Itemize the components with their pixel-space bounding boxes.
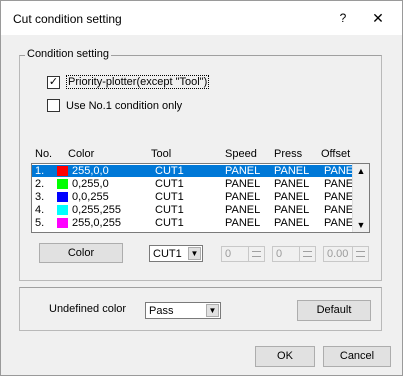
undefined-color-value: Pass (149, 305, 174, 317)
list-item[interactable]: 4. 0,255,255 CUT1 PANEL PANEL PANEL (32, 204, 359, 216)
press-spinner[interactable]: 0 (272, 246, 316, 262)
condition-setting-label: Condition setting (25, 48, 111, 60)
default-button[interactable]: Default (297, 300, 371, 321)
color-swatch (57, 166, 68, 176)
row-tool: CUT1 (155, 178, 184, 190)
row-tool: CUT1 (155, 217, 184, 229)
color-button[interactable]: Color (39, 243, 123, 263)
priority-plotter-option[interactable]: ✓ Priority-plotter(except "Tool") (47, 75, 210, 89)
undefined-color-select[interactable]: Pass ▼ (145, 302, 221, 319)
color-swatch (57, 218, 68, 228)
press-spinner-value: 0 (276, 248, 283, 260)
priority-plotter-label: Priority-plotter(except "Tool") (66, 75, 210, 89)
list-item[interactable]: 2. 0,255,0 CUT1 PANEL PANEL PANEL (32, 178, 359, 190)
condition-list[interactable]: 1. 255,0,0 CUT1 PANEL PANEL PANEL 2. 0,2… (31, 163, 370, 233)
offset-spinner[interactable]: 0.00 (323, 246, 369, 262)
use-no1-label: Use No.1 condition only (66, 99, 183, 112)
header-color: Color (68, 148, 95, 160)
window-title: Cut condition setting (13, 12, 122, 26)
row-tool: CUT1 (155, 165, 184, 177)
header-speed: Speed (225, 148, 257, 160)
row-number: 5. (35, 217, 45, 229)
undefined-color-label: Undefined color (49, 303, 127, 315)
list-item[interactable]: 5. 255,0,255 CUT1 PANEL PANEL PANEL (32, 217, 359, 229)
chevron-down-icon[interactable]: ▼ (188, 247, 201, 260)
row-color: 0,0,255 (72, 191, 109, 203)
row-number: 4. (35, 204, 45, 216)
row-color: 0,255,0 (72, 178, 109, 190)
row-speed: PANEL (225, 217, 261, 229)
speed-spinner[interactable]: 0 (221, 246, 265, 262)
cancel-button[interactable]: Cancel (323, 346, 391, 367)
speed-spinner-value: 0 (225, 248, 232, 260)
color-swatch (57, 192, 68, 202)
row-speed: PANEL (225, 204, 261, 216)
spin-arrows-icon[interactable] (248, 247, 264, 261)
row-speed: PANEL (225, 178, 261, 190)
spin-arrows-icon[interactable] (352, 247, 368, 261)
row-color: 0,255,255 (72, 204, 121, 216)
row-color: 255,0,0 (72, 165, 109, 177)
header-offset: Offset (321, 148, 351, 160)
tool-select-value: CUT1 (153, 248, 182, 260)
row-number: 2. (35, 178, 45, 190)
header-press: Press (274, 148, 303, 160)
row-speed: PANEL (225, 165, 261, 177)
offset-spinner-value: 0.00 (327, 248, 349, 260)
row-press: PANEL (274, 178, 310, 190)
list-item[interactable]: 3. 0,0,255 CUT1 PANEL PANEL PANEL (32, 191, 359, 203)
header-tool: Tool (151, 148, 172, 160)
use-no1-checkbox[interactable] (47, 99, 60, 112)
row-number: 1. (35, 165, 45, 177)
tool-select[interactable]: CUT1 ▼ (149, 245, 203, 262)
spin-arrows-icon[interactable] (299, 247, 315, 261)
row-number: 3. (35, 191, 45, 203)
scroll-up-icon[interactable]: ▲ (353, 166, 369, 176)
header-no: No. (35, 148, 53, 160)
cut-condition-dialog: Cut condition setting ? ✕ Condition sett… (0, 0, 403, 376)
row-press: PANEL (274, 204, 310, 216)
priority-plotter-checkbox[interactable]: ✓ (47, 75, 60, 89)
row-speed: PANEL (225, 191, 261, 203)
scroll-down-icon[interactable]: ▼ (353, 220, 369, 230)
row-press: PANEL (274, 191, 310, 203)
row-tool: CUT1 (155, 191, 184, 203)
use-no1-option[interactable]: Use No.1 condition only (47, 99, 182, 112)
row-press: PANEL (274, 217, 310, 229)
list-scrollbar[interactable]: ▲ ▼ (352, 164, 369, 232)
color-swatch (57, 205, 68, 215)
help-button[interactable]: ? (333, 8, 353, 28)
list-item[interactable]: 1. 255,0,0 CUT1 PANEL PANEL PANEL (32, 165, 359, 177)
row-tool: CUT1 (155, 204, 184, 216)
chevron-down-icon[interactable]: ▼ (206, 304, 219, 317)
color-swatch (57, 179, 68, 189)
title-bar: Cut condition setting ? ✕ (1, 1, 402, 35)
row-color: 255,0,255 (72, 217, 121, 229)
close-button[interactable]: ✕ (367, 8, 389, 28)
row-press: PANEL (274, 165, 310, 177)
ok-button[interactable]: OK (255, 346, 315, 367)
